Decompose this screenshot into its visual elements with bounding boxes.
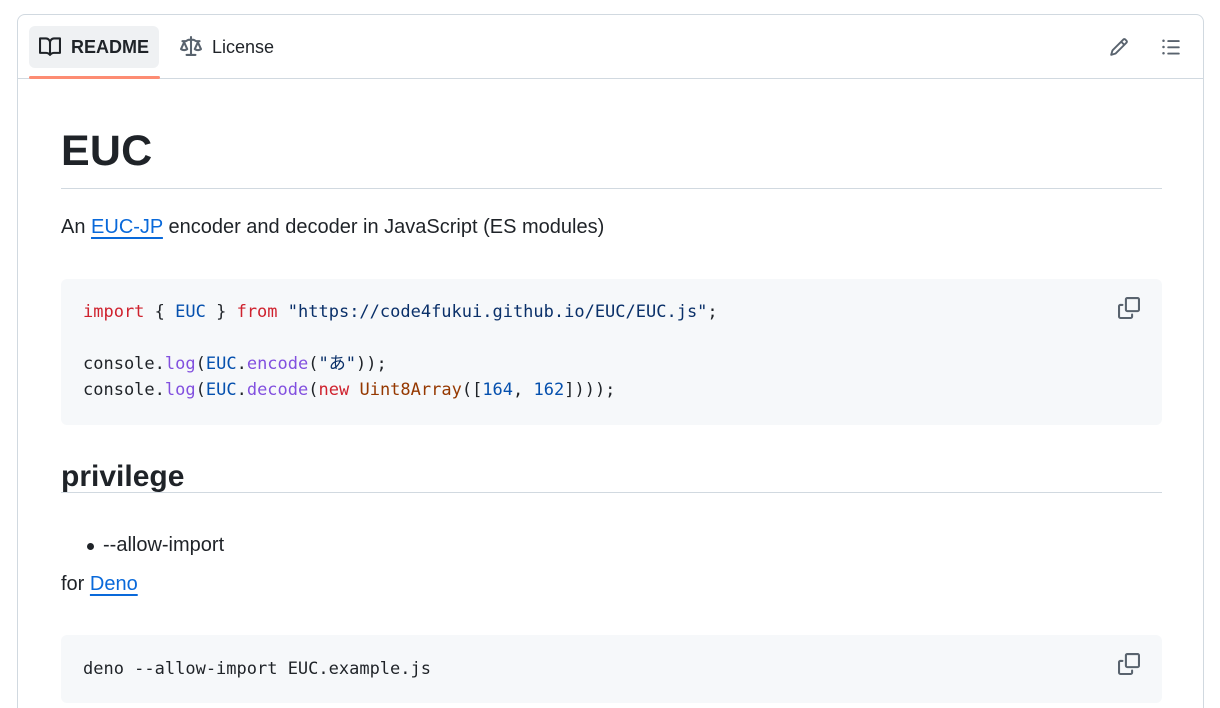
code-fn: encode bbox=[246, 354, 309, 374]
code-punct: { bbox=[144, 302, 176, 322]
description-prefix: An bbox=[61, 216, 92, 238]
law-icon bbox=[180, 36, 202, 58]
code-string: "https://code4fukui.github.io/EUC/EUC.js… bbox=[287, 302, 708, 322]
code-block-usage: import { EUC } from "https://code4fukui.… bbox=[61, 279, 1162, 425]
code-line: console.log(EUC.encode("あ")); bbox=[83, 351, 387, 377]
section-divider bbox=[61, 492, 1162, 493]
code-number: 164 bbox=[482, 380, 514, 400]
code-line: console.log(EUC.decode(new Uint8Array([1… bbox=[83, 377, 615, 403]
edit-file-button[interactable] bbox=[1106, 34, 1132, 60]
outline-button[interactable] bbox=[1158, 34, 1184, 60]
code-fn: log bbox=[164, 354, 196, 374]
code-punct: ( bbox=[195, 380, 206, 400]
copy-code-button[interactable] bbox=[1116, 651, 1142, 677]
code-punct: ( bbox=[308, 354, 319, 374]
readme-tabbar: README License bbox=[18, 15, 1203, 79]
copy-icon bbox=[1118, 297, 1140, 319]
bullet-dot bbox=[87, 543, 94, 550]
readme-panel: README License EUC An EUC-JP encoder and… bbox=[17, 14, 1204, 708]
description: An EUC-JP encoder and decoder in JavaScr… bbox=[61, 213, 604, 241]
code-punct: ( bbox=[308, 380, 319, 400]
code-punct: , bbox=[513, 380, 534, 400]
code-punct: } bbox=[205, 302, 237, 322]
code-keyword: import bbox=[83, 302, 145, 322]
deno-link[interactable]: Deno bbox=[90, 573, 138, 595]
active-tab-underline bbox=[29, 76, 160, 79]
code-punct: . bbox=[236, 354, 247, 374]
tab-license[interactable]: License bbox=[170, 26, 284, 68]
copy-icon bbox=[1118, 653, 1140, 675]
euc-jp-link[interactable]: EUC-JP bbox=[91, 216, 163, 238]
code-fn: log bbox=[164, 380, 196, 400]
list-item: --allow-import bbox=[61, 531, 224, 559]
code-ident: EUC bbox=[175, 302, 206, 322]
code-punct: . bbox=[236, 380, 247, 400]
book-icon bbox=[39, 36, 61, 58]
for-deno-line: for Deno bbox=[61, 570, 138, 598]
code-ident: EUC bbox=[205, 354, 237, 374]
page-title: EUC bbox=[61, 127, 153, 175]
code-punct: ([ bbox=[461, 380, 483, 400]
tab-readme[interactable]: README bbox=[29, 26, 160, 68]
section-heading-privilege: privilege bbox=[61, 460, 185, 493]
privilege-list: --allow-import bbox=[61, 531, 224, 559]
code-keyword: from bbox=[236, 302, 278, 322]
code-string: "あ" bbox=[318, 354, 356, 374]
code-obj: console. bbox=[83, 380, 165, 400]
for-prefix: for bbox=[61, 573, 90, 595]
code-line: import { EUC } from "https://code4fukui.… bbox=[83, 299, 718, 325]
title-divider bbox=[61, 188, 1162, 189]
description-suffix: encoder and decoder in JavaScript (ES mo… bbox=[162, 216, 605, 238]
copy-code-button[interactable] bbox=[1116, 295, 1142, 321]
code-punct: ]))); bbox=[564, 380, 616, 400]
code-block-deno: deno --allow-import EUC.example.js bbox=[61, 635, 1162, 703]
code-ident: EUC bbox=[205, 380, 237, 400]
pencil-icon bbox=[1109, 37, 1129, 57]
list-item-text: --allow-import bbox=[103, 534, 225, 556]
code-line: deno --allow-import EUC.example.js bbox=[83, 659, 431, 679]
list-unordered-icon bbox=[1161, 37, 1181, 57]
code-fn: decode bbox=[246, 380, 309, 400]
code-punct: ( bbox=[195, 354, 206, 374]
tab-license-label: License bbox=[212, 36, 275, 57]
code-number: 162 bbox=[533, 380, 565, 400]
tab-readme-label: README bbox=[71, 36, 150, 57]
code-punct: ; bbox=[707, 302, 718, 322]
code-keyword: new bbox=[318, 380, 350, 400]
code-punct: )); bbox=[355, 354, 387, 374]
code-class: Uint8Array bbox=[359, 380, 462, 400]
code-obj: console. bbox=[83, 354, 165, 374]
